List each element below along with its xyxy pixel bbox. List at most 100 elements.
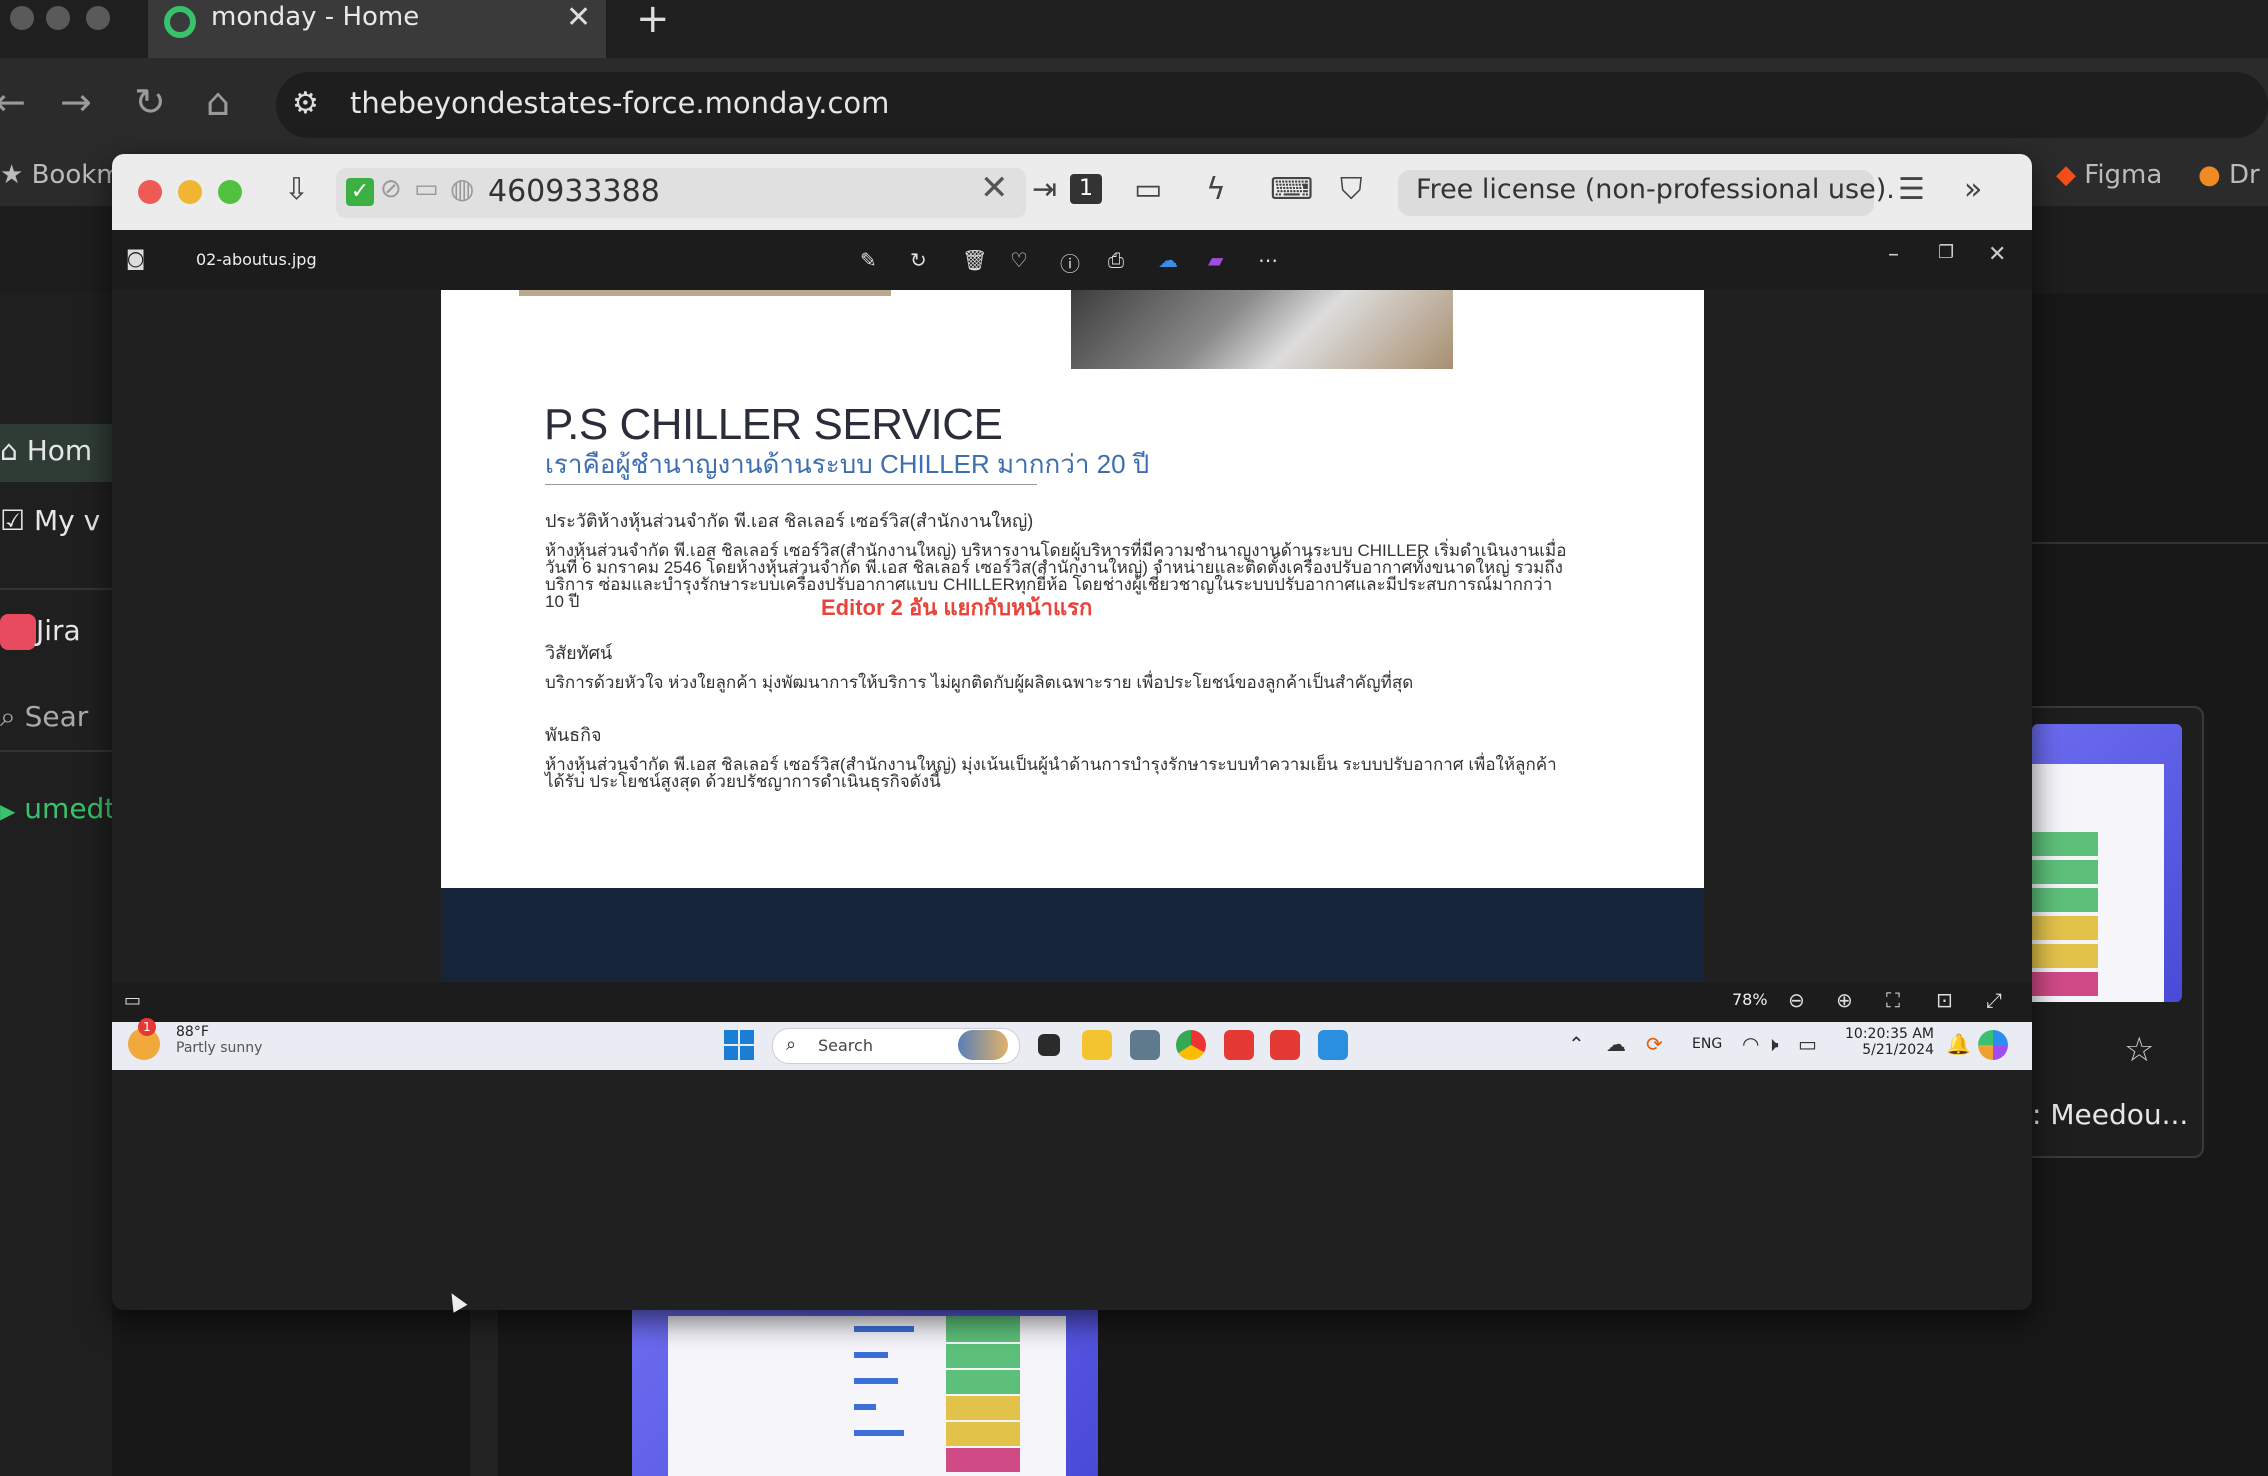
board-preview: [668, 1316, 1066, 1476]
sync-icon[interactable]: ⟳: [1646, 1032, 1663, 1056]
window-minimize-dot[interactable]: [46, 6, 70, 30]
zoom-level: 78%: [1732, 990, 1768, 1009]
rotate-icon[interactable]: ↻: [910, 248, 927, 272]
more-chevrons-icon[interactable]: »: [1964, 172, 1982, 207]
viewer-restore-icon[interactable]: ❐: [1938, 242, 1954, 263]
clock-date[interactable]: 5/21/2024: [1844, 1042, 1934, 1058]
task-view-icon[interactable]: [1038, 1034, 1060, 1056]
globe-icon: ◍: [450, 172, 475, 205]
weather-desc[interactable]: Partly sunny: [176, 1040, 262, 1056]
notifications-icon[interactable]: 🔔: [1946, 1032, 1971, 1056]
sidebar-workspace[interactable]: ▶ umedt: [0, 792, 115, 825]
lightning-icon[interactable]: ϟ: [1206, 172, 1226, 207]
viewer-minimize-icon[interactable]: –: [1888, 242, 1899, 267]
keyboard-icon[interactable]: ⌨: [1270, 172, 1313, 207]
new-tab-button[interactable]: +: [636, 0, 670, 42]
tab-title: monday - Home: [211, 2, 420, 32]
forward-icon[interactable]: →: [60, 80, 92, 124]
bookmark-dr[interactable]: ● Dr: [2198, 160, 2260, 190]
display-icon[interactable]: ▭: [1134, 172, 1162, 207]
monitor-count-badge[interactable]: 1: [1070, 174, 1102, 204]
rd-close-dot[interactable]: [138, 180, 162, 204]
chrome-icon[interactable]: [1176, 1030, 1206, 1060]
weather-temp[interactable]: 88°F: [176, 1024, 209, 1040]
clipchamp-icon[interactable]: ▰: [1208, 248, 1223, 272]
viewer-close-icon[interactable]: ✕: [1988, 242, 2006, 267]
rd-zoom-dot[interactable]: [218, 180, 242, 204]
favorite-icon[interactable]: ♡: [1010, 248, 1028, 272]
shield-icon[interactable]: ⛉: [1340, 172, 1363, 207]
window-close-dot[interactable]: [10, 6, 34, 30]
drive-icon: ▭: [414, 174, 439, 204]
file-transfer-icon[interactable]: ⇩: [284, 172, 309, 207]
rd-minimize-dot[interactable]: [178, 180, 202, 204]
menu-icon[interactable]: ☰: [1898, 172, 1925, 207]
sidebar-item-home[interactable]: ⌂ Hom: [0, 434, 92, 467]
zoom-in-icon[interactable]: ⊕: [1836, 988, 1853, 1012]
language-indicator[interactable]: ENG: [1692, 1036, 1722, 1052]
license-text: Free license (non-professional use).: [1416, 174, 1895, 205]
wifi-icon[interactable]: ◠: [1742, 1032, 1759, 1056]
filmstrip-icon[interactable]: ▭: [124, 990, 141, 1011]
enter-session-icon[interactable]: ⇥: [1032, 172, 1057, 207]
zoom-out-icon[interactable]: ⊖: [1788, 988, 1805, 1012]
sidebar-item-jira[interactable]: Jira: [0, 614, 81, 650]
doc-mission-heading: พันธกิจ: [545, 725, 602, 745]
anydesk-icon[interactable]: [1224, 1030, 1254, 1060]
star-icon[interactable]: ☆: [2124, 1030, 2154, 1070]
volume-muted-icon[interactable]: 🕨: [1766, 1032, 1779, 1056]
more-options-icon[interactable]: ⋯: [1258, 248, 1278, 272]
disabled-icon: ⊘: [380, 174, 402, 204]
copilot-icon[interactable]: [1978, 1030, 2008, 1060]
edit-image-icon[interactable]: ✎: [860, 248, 877, 272]
window-zoom-dot[interactable]: [86, 6, 110, 30]
info-icon[interactable]: ⓘ: [1060, 248, 1080, 277]
onedrive-tray-icon[interactable]: ☁: [1606, 1032, 1626, 1056]
doc-title: P.S CHILLER SERVICE: [544, 400, 1003, 449]
file-explorer-icon[interactable]: [1082, 1030, 1112, 1060]
site-settings-icon[interactable]: ⚙: [292, 86, 319, 121]
figma-icon: ◆: [2056, 160, 2076, 190]
clock-time[interactable]: 10:20:35 AM: [1844, 1026, 1934, 1042]
print-icon[interactable]: ⎙: [1108, 248, 1124, 272]
photos-app-icon: ◙: [126, 246, 146, 270]
doc-vision-body: บริการด้วยหัวใจ ห่วงใยลูกค้า มุ่งพัฒนากา…: [545, 673, 1414, 692]
search-icon: ⌕: [786, 1034, 797, 1055]
panel-edge: [470, 1306, 498, 1476]
star-icon: ★: [0, 160, 24, 190]
tab-close-icon[interactable]: ✕: [566, 0, 591, 35]
template-preview: [2032, 764, 2164, 1002]
doc-divider: [545, 484, 1037, 485]
session-id-box[interactable]: [336, 168, 1026, 218]
back-icon[interactable]: ←: [0, 80, 26, 124]
weather-badge: 1: [138, 1018, 156, 1036]
calculator-icon[interactable]: [1130, 1030, 1160, 1060]
doc-footer-band: [441, 888, 1704, 982]
photos-icon[interactable]: [1318, 1030, 1348, 1060]
battery-icon[interactable]: ▭: [1798, 1032, 1817, 1056]
delete-icon[interactable]: 🗑: [962, 248, 987, 272]
url-text[interactable]: thebeyondestates-force.monday.com: [350, 86, 889, 120]
template-card-label: : Meedou...: [2032, 1098, 2189, 1131]
bookmark-item[interactable]: ★ Bookm: [0, 160, 122, 190]
fullscreen-icon[interactable]: ⤢: [1986, 988, 2002, 1012]
windows-start-icon[interactable]: [724, 1030, 754, 1060]
anydesk-icon[interactable]: [1270, 1030, 1300, 1060]
sidebar-search[interactable]: ⌕ Sear: [0, 700, 88, 734]
fit-window-icon[interactable]: ⛶: [1886, 988, 1900, 1012]
clear-icon[interactable]: ✕: [980, 168, 1009, 208]
reload-icon[interactable]: ↻: [134, 80, 166, 124]
sidebar-divider: [0, 588, 112, 590]
jira-app-icon: [0, 614, 36, 650]
caret-right-icon: ▶: [0, 799, 16, 823]
document-image: P.S CHILLER SERVICE เราคือผู้ชำนาญงานด้า…: [441, 290, 1704, 982]
onedrive-icon[interactable]: ☁: [1158, 248, 1178, 272]
actual-size-icon[interactable]: ⊡: [1936, 988, 1953, 1012]
home-icon[interactable]: ⌂: [206, 80, 230, 124]
sidebar-item-my-work[interactable]: ☑ My v: [0, 504, 100, 537]
chevron-up-icon[interactable]: ⌃: [1568, 1032, 1585, 1056]
panel-divider: [2032, 542, 2268, 544]
doc-history-heading: ประวัติห้างหุ้นส่วนจำกัด พี.เอส ชิลเลอร์…: [545, 511, 1034, 531]
bookmark-figma[interactable]: ◆ Figma: [2056, 160, 2162, 190]
doc-photo-left: [519, 290, 891, 296]
